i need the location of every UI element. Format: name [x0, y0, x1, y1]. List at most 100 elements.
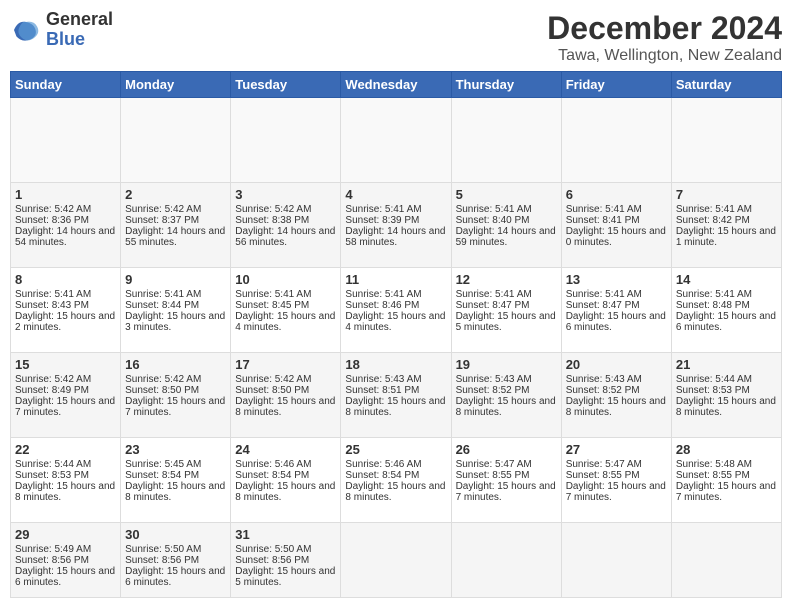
column-header-tuesday: Tuesday [231, 72, 341, 98]
day-cell: 3Sunrise: 5:42 AMSunset: 8:38 PMDaylight… [231, 183, 341, 268]
day-cell: 16Sunrise: 5:42 AMSunset: 8:50 PMDayligh… [121, 353, 231, 438]
day-info: Sunrise: 5:44 AM [15, 459, 116, 470]
day-info: Sunset: 8:52 PM [456, 385, 557, 396]
day-info: Sunrise: 5:41 AM [566, 289, 667, 300]
day-cell: 7Sunrise: 5:41 AMSunset: 8:42 PMDaylight… [671, 183, 781, 268]
week-row-2: 1Sunrise: 5:42 AMSunset: 8:36 PMDaylight… [11, 183, 782, 268]
day-number: 22 [15, 442, 116, 457]
day-cell: 2Sunrise: 5:42 AMSunset: 8:37 PMDaylight… [121, 183, 231, 268]
day-info: Sunrise: 5:49 AM [15, 544, 116, 555]
day-number: 17 [235, 357, 336, 372]
day-cell: 10Sunrise: 5:41 AMSunset: 8:45 PMDayligh… [231, 268, 341, 353]
day-info: Sunrise: 5:48 AM [676, 459, 777, 470]
day-info: Daylight: 15 hours and 6 minutes. [15, 566, 116, 588]
day-cell [341, 98, 451, 183]
logo-line1: General [46, 10, 113, 30]
day-info: Sunrise: 5:45 AM [125, 459, 226, 470]
logo: General Blue [10, 10, 113, 50]
day-cell: 31Sunrise: 5:50 AMSunset: 8:56 PMDayligh… [231, 523, 341, 598]
day-info: Daylight: 14 hours and 58 minutes. [345, 226, 446, 248]
day-info: Sunrise: 5:43 AM [345, 374, 446, 385]
day-info: Sunrise: 5:41 AM [456, 204, 557, 215]
day-info: Sunrise: 5:41 AM [345, 289, 446, 300]
day-number: 30 [125, 527, 226, 542]
day-number: 16 [125, 357, 226, 372]
column-header-thursday: Thursday [451, 72, 561, 98]
day-number: 1 [15, 187, 116, 202]
day-info: Daylight: 15 hours and 7 minutes. [566, 481, 667, 503]
day-info: Sunrise: 5:42 AM [125, 374, 226, 385]
day-info: Daylight: 15 hours and 5 minutes. [235, 566, 336, 588]
day-info: Sunrise: 5:41 AM [15, 289, 116, 300]
column-header-friday: Friday [561, 72, 671, 98]
day-info: Daylight: 15 hours and 8 minutes. [676, 396, 777, 418]
day-cell [231, 98, 341, 183]
day-info: Daylight: 15 hours and 2 minutes. [15, 311, 116, 333]
day-info: Sunrise: 5:42 AM [15, 374, 116, 385]
day-info: Sunset: 8:54 PM [345, 470, 446, 481]
day-number: 4 [345, 187, 446, 202]
day-info: Sunrise: 5:41 AM [676, 204, 777, 215]
day-cell [561, 523, 671, 598]
day-info: Sunrise: 5:41 AM [676, 289, 777, 300]
week-row-6: 29Sunrise: 5:49 AMSunset: 8:56 PMDayligh… [11, 523, 782, 598]
day-info: Daylight: 14 hours and 56 minutes. [235, 226, 336, 248]
day-number: 31 [235, 527, 336, 542]
day-info: Sunset: 8:56 PM [235, 555, 336, 566]
day-number: 28 [676, 442, 777, 457]
day-cell [451, 523, 561, 598]
day-info: Daylight: 15 hours and 8 minutes. [345, 481, 446, 503]
day-info: Sunset: 8:36 PM [15, 215, 116, 226]
day-info: Sunset: 8:55 PM [566, 470, 667, 481]
logo-line2: Blue [46, 30, 113, 50]
day-cell: 26Sunrise: 5:47 AMSunset: 8:55 PMDayligh… [451, 438, 561, 523]
day-info: Sunset: 8:52 PM [566, 385, 667, 396]
day-info: Sunset: 8:45 PM [235, 300, 336, 311]
day-cell: 22 Sunrise: 5:44 AMSunset: 8:53 PMDayligh… [11, 438, 121, 523]
day-cell: 24Sunrise: 5:46 AMSunset: 8:54 PMDayligh… [231, 438, 341, 523]
day-info: Daylight: 15 hours and 8 minutes. [15, 481, 116, 503]
day-info: Sunrise: 5:41 AM [125, 289, 226, 300]
day-info: Sunrise: 5:41 AM [456, 289, 557, 300]
day-cell [671, 98, 781, 183]
logo-icon [10, 14, 42, 46]
calendar-table: SundayMondayTuesdayWednesdayThursdayFrid… [10, 71, 782, 598]
day-number: 23 [125, 442, 226, 457]
day-info: Sunrise: 5:47 AM [456, 459, 557, 470]
day-cell: 19Sunrise: 5:43 AMSunset: 8:52 PMDayligh… [451, 353, 561, 438]
day-info: Sunrise: 5:43 AM [456, 374, 557, 385]
day-info: Sunrise: 5:47 AM [566, 459, 667, 470]
day-number: 29 [15, 527, 116, 542]
column-headers: SundayMondayTuesdayWednesdayThursdayFrid… [11, 72, 782, 98]
day-info: Sunset: 8:48 PM [676, 300, 777, 311]
day-info: Sunrise: 5:41 AM [345, 204, 446, 215]
day-info: Daylight: 15 hours and 7 minutes. [676, 481, 777, 503]
day-cell: 27 Sunrise: 5:47 AMSunset: 8:55 PMDayligh… [561, 438, 671, 523]
week-row-1 [11, 98, 782, 183]
day-cell: 9Sunrise: 5:41 AMSunset: 8:44 PMDaylight… [121, 268, 231, 353]
day-cell: 8Sunrise: 5:41 AMSunset: 8:43 PMDaylight… [11, 268, 121, 353]
day-info: Daylight: 14 hours and 55 minutes. [125, 226, 226, 248]
day-info: Daylight: 15 hours and 7 minutes. [15, 396, 116, 418]
column-header-sunday: Sunday [11, 72, 121, 98]
day-number: 2 [125, 187, 226, 202]
day-cell [561, 98, 671, 183]
day-info: Sunrise: 5:44 AM [676, 374, 777, 385]
day-info: Sunrise: 5:50 AM [125, 544, 226, 555]
day-info: Daylight: 15 hours and 4 minutes. [345, 311, 446, 333]
day-info: Daylight: 15 hours and 8 minutes. [235, 396, 336, 418]
day-number: 3 [235, 187, 336, 202]
day-info: Sunrise: 5:46 AM [235, 459, 336, 470]
day-number: 10 [235, 272, 336, 287]
day-number: 15 [15, 357, 116, 372]
day-info: Sunset: 8:53 PM [15, 470, 116, 481]
day-number: 27 [566, 442, 667, 457]
week-row-3: 8Sunrise: 5:41 AMSunset: 8:43 PMDaylight… [11, 268, 782, 353]
day-number: 12 [456, 272, 557, 287]
day-cell: 18Sunrise: 5:43 AMSunset: 8:51 PMDayligh… [341, 353, 451, 438]
day-info: Sunset: 8:56 PM [125, 555, 226, 566]
day-info: Sunset: 8:50 PM [125, 385, 226, 396]
day-info: Sunset: 8:56 PM [15, 555, 116, 566]
day-info: Sunrise: 5:41 AM [235, 289, 336, 300]
day-info: Sunrise: 5:41 AM [566, 204, 667, 215]
